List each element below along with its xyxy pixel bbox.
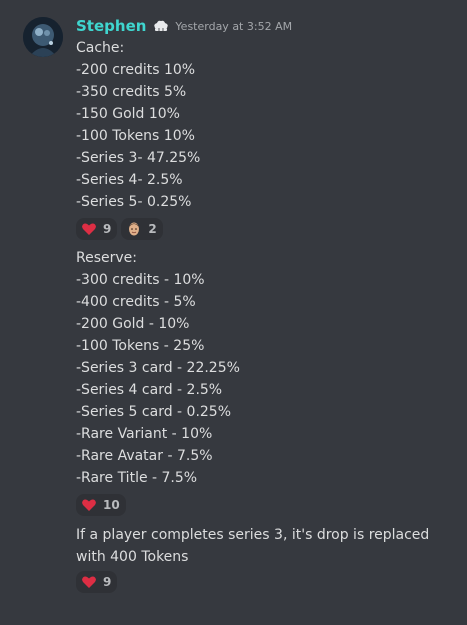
text-line: -100 Tokens 10% xyxy=(76,128,195,144)
heart-icon xyxy=(81,497,97,513)
text-line: -400 credits - 5% xyxy=(76,294,196,310)
cache-text: Cache: -200 credits 10% -350 credits 5% … xyxy=(76,37,200,213)
text-line: -Rare Title - 7.5% xyxy=(76,470,198,486)
reaction-count: 10 xyxy=(103,498,120,512)
text-line: -Series 5- 0.25% xyxy=(76,194,192,210)
text-line: -Series 4 card - 2.5% xyxy=(76,382,223,398)
text-line: -Series 3 card - 22.25% xyxy=(76,360,240,376)
text-line: -200 Gold - 10% xyxy=(76,316,190,332)
chef-hat-icon xyxy=(151,19,171,33)
reaction-count: 2 xyxy=(148,222,157,236)
chat-message: Stephen Yesterday at 3:52 AM Cache: -200… xyxy=(0,0,467,625)
text-line: -Rare Variant - 10% xyxy=(76,426,213,442)
timestamp: Yesterday at 3:52 AM xyxy=(175,19,293,33)
text-paragraph: If a player completes series 3, it's dro… xyxy=(76,527,430,565)
reaction-count: 9 xyxy=(103,575,112,589)
reserve-text: Reserve: -300 credits - 10% -400 credits… xyxy=(76,247,240,489)
username[interactable]: Stephen xyxy=(76,17,146,35)
text-line: -150 Gold 10% xyxy=(76,106,180,122)
heart-icon xyxy=(81,221,97,237)
reaction-heart[interactable]: 9 xyxy=(76,571,118,593)
reaction-count: 9 xyxy=(103,222,112,236)
message-header: Stephen Yesterday at 3:52 AM xyxy=(76,15,292,37)
note-reactions: 9 xyxy=(76,571,118,593)
cache-reactions: 9 2 xyxy=(76,218,163,240)
reaction-heart[interactable]: 10 xyxy=(76,494,126,516)
text-line: -300 credits - 10% xyxy=(76,272,205,288)
reserve-reactions: 10 xyxy=(76,494,126,516)
text-line: -Series 3- 47.25% xyxy=(76,150,201,166)
reaction-face[interactable]: 2 xyxy=(121,218,163,240)
text-line: Cache: xyxy=(76,40,125,56)
reaction-heart[interactable]: 9 xyxy=(76,218,118,240)
text-line: -Series 4- 2.5% xyxy=(76,172,183,188)
heart-icon xyxy=(81,574,97,590)
text-line: -100 Tokens - 25% xyxy=(76,338,205,354)
text-line: -200 credits 10% xyxy=(76,62,196,78)
text-line: Reserve: xyxy=(76,250,137,266)
text-line: -350 credits 5% xyxy=(76,84,187,100)
text-line: -Rare Avatar - 7.5% xyxy=(76,448,213,464)
avatar[interactable] xyxy=(23,17,63,57)
note-text: If a player completes series 3, it's dro… xyxy=(76,524,436,568)
face-emoji xyxy=(126,221,142,237)
text-line: -Series 5 card - 0.25% xyxy=(76,404,232,420)
